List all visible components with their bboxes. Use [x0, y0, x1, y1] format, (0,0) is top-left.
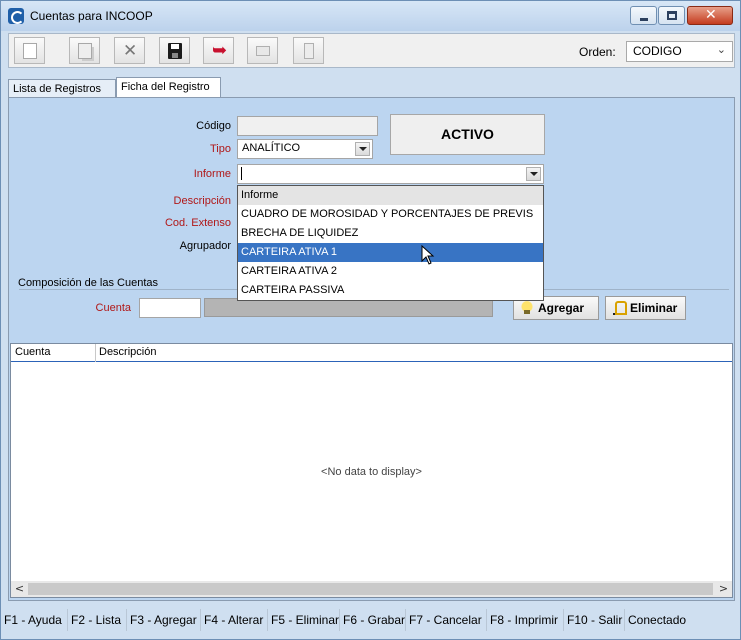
- dropdown-option[interactable]: BRECHA DE LIQUIDEZ: [238, 224, 543, 243]
- informe-label: Informe: [193, 168, 231, 180]
- status-f10: F10 - Salir: [565, 609, 625, 631]
- dropdown-option[interactable]: CARTEIRA ATIVA 2: [238, 262, 543, 281]
- eliminar-button[interactable]: Eliminar: [605, 296, 686, 320]
- cod-extenso-label: Cod. Extenso: [164, 217, 231, 229]
- grid-empty-message: <No data to display>: [321, 466, 422, 478]
- tipo-value: ANALÍTICO: [242, 142, 301, 154]
- exit-icon: [304, 43, 314, 59]
- column-separator: [95, 344, 96, 362]
- column-header-cuenta[interactable]: Cuenta: [15, 346, 50, 358]
- copy-record-button[interactable]: [69, 37, 100, 64]
- tipo-label: Tipo: [210, 143, 231, 155]
- status-f4: F4 - Alterar: [202, 609, 268, 631]
- text-cursor: [241, 167, 242, 180]
- delete-icon: ✕: [123, 41, 138, 61]
- lightbulb-icon: [521, 301, 533, 315]
- chevron-down-icon: ⌄: [716, 43, 726, 56]
- delete-record-button[interactable]: ✕: [114, 37, 145, 64]
- status-f6: F6 - Grabar: [341, 609, 406, 631]
- app-window: Cuentas para INCOOP ✕ ✕ ➥ Orden: CODIGO …: [0, 0, 741, 640]
- status-f3: F3 - Agregar: [128, 609, 201, 631]
- agregar-label: Agregar: [538, 301, 585, 315]
- codigo-label: Código: [196, 120, 231, 132]
- print-button[interactable]: [247, 37, 278, 64]
- cuenta-input[interactable]: [139, 298, 201, 318]
- dropdown-option[interactable]: CUADRO DE MOROSIDAD Y PORCENTAJES DE PRE…: [238, 205, 543, 224]
- descripcion-label: Descripción: [173, 195, 231, 207]
- app-icon: [8, 8, 24, 24]
- status-f2: F2 - Lista: [69, 609, 127, 631]
- scrollbar-thumb[interactable]: [28, 583, 713, 595]
- column-header-descripcion[interactable]: Descripción: [99, 346, 156, 358]
- window-title: Cuentas para INCOOP: [30, 9, 153, 23]
- close-button[interactable]: ✕: [687, 6, 733, 25]
- composicion-title: Composición de las Cuentas: [18, 277, 163, 289]
- orden-select[interactable]: CODIGO ⌄: [626, 41, 733, 62]
- grid-header: Cuenta Descripción: [11, 344, 732, 362]
- maximize-icon: [667, 11, 677, 20]
- status-bar: F1 - Ayuda F2 - Lista F3 - Agregar F4 - …: [2, 607, 741, 631]
- exit-button[interactable]: [293, 37, 324, 64]
- chevron-down-icon[interactable]: [355, 142, 370, 156]
- save-button[interactable]: [159, 37, 190, 64]
- orden-value: CODIGO: [633, 44, 682, 58]
- scroll-right-icon[interactable]: >: [715, 581, 732, 597]
- new-document-icon: [23, 43, 37, 59]
- tab-ficha-del-registro[interactable]: Ficha del Registro: [116, 77, 221, 98]
- status-badge: ACTIVO: [390, 114, 545, 155]
- orden-label: Orden:: [579, 45, 616, 59]
- minimize-button[interactable]: [630, 6, 657, 25]
- dropdown-option-selected[interactable]: CARTEIRA ATIVA 1: [238, 243, 543, 262]
- save-icon: [168, 43, 182, 59]
- status-f5: F5 - Eliminar: [269, 609, 340, 631]
- agrupador-label: Agrupador: [179, 240, 231, 252]
- mouse-pointer-icon: [421, 245, 435, 265]
- connection-status: Conectado: [628, 613, 687, 627]
- new-record-button[interactable]: [14, 37, 45, 64]
- maximize-button[interactable]: [658, 6, 685, 25]
- horizontal-scrollbar[interactable]: < >: [11, 581, 732, 597]
- undo-button[interactable]: ➥: [203, 37, 234, 64]
- undo-icon: ➥: [212, 40, 228, 61]
- scroll-left-icon[interactable]: <: [11, 581, 28, 597]
- eliminar-icon: [613, 301, 627, 315]
- cuentas-grid[interactable]: Cuenta Descripción <No data to display> …: [10, 343, 733, 598]
- dropdown-header: Informe: [238, 186, 543, 205]
- cuenta-label: Cuenta: [95, 302, 131, 314]
- minimize-icon: [640, 18, 648, 21]
- status-f7: F7 - Cancelar: [407, 609, 487, 631]
- print-icon: [256, 46, 270, 56]
- toolbar: ✕ ➥ Orden: CODIGO ⌄: [8, 33, 735, 68]
- chevron-down-icon[interactable]: [526, 167, 541, 181]
- status-f8: F8 - Imprimir: [488, 609, 564, 631]
- eliminar-label: Eliminar: [630, 301, 678, 315]
- tipo-select[interactable]: ANALÍTICO: [237, 139, 373, 159]
- title-bar[interactable]: Cuentas para INCOOP ✕: [1, 1, 740, 31]
- copy-icon: [78, 43, 92, 59]
- close-icon: ✕: [705, 7, 717, 23]
- informe-dropdown-list[interactable]: Informe CUADRO DE MOROSIDAD Y PORCENTAJE…: [237, 185, 544, 301]
- informe-select[interactable]: [237, 164, 544, 184]
- codigo-field[interactable]: [237, 116, 378, 136]
- dropdown-option[interactable]: CARTEIRA PASSIVA: [238, 281, 543, 300]
- status-f1: F1 - Ayuda: [2, 609, 68, 631]
- tab-lista-de-registros[interactable]: Lista de Registros: [8, 79, 116, 98]
